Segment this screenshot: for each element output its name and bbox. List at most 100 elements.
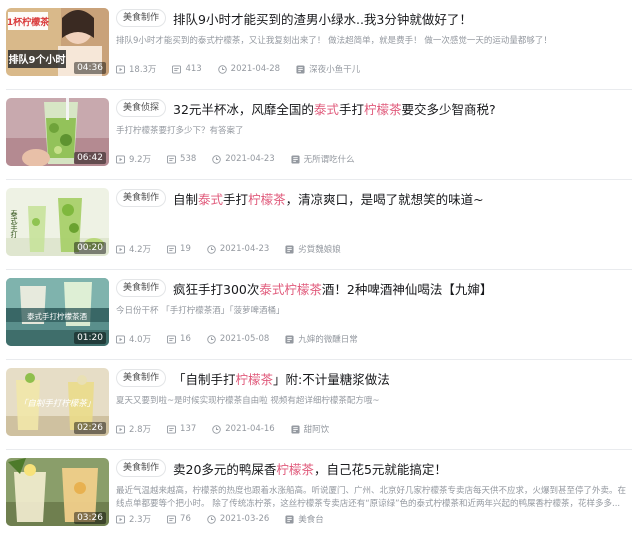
video-info: 美食制作 自制泰式手打柠檬茶，清凉爽口，是喝了就想笑的味道~ <box>116 188 632 215</box>
video-title[interactable]: 疯狂手打300次泰式柠檬茶酒！2种啤酒神仙喝法【九婶】 <box>173 279 492 298</box>
upload-date: 2021-04-23 <box>207 244 269 254</box>
video-title[interactable]: 32元半杯冰，风靡全国的泰式手打柠檬茶要交多少智商税? <box>173 99 496 118</box>
title-text: 酒！2种啤酒神仙喝法【九婶】 <box>321 281 493 297</box>
uploader-link[interactable]: 劣質魏娘娘 <box>285 243 341 255</box>
title-text: 自制 <box>173 191 199 207</box>
clock-icon <box>207 244 216 254</box>
title-highlight: 柠檬茶 <box>363 101 402 117</box>
danmaku-icon <box>167 424 177 434</box>
video-thumbnail[interactable]: 「自制手打柠檬茶」 02:26 <box>6 368 109 436</box>
title-text: 要交多少智商税? <box>401 101 496 117</box>
category-tag[interactable]: 美食制作 <box>116 459 167 477</box>
play-count: 2.8万 <box>116 423 151 435</box>
video-info: 美食制作 卖20多元的鸭屎香柠檬茶，自己花5元就能搞定！ 最近气温越来越高，柠檬… <box>116 458 632 511</box>
uploader-name: 无所谓吃什么 <box>303 155 355 165</box>
date-value: 2021-05-08 <box>219 334 270 344</box>
play-count-value: 2.3万 <box>129 515 152 525</box>
video-thumbnail[interactable]: 泰式手打柠檬茶酒 01:20 <box>6 278 109 346</box>
danmaku-value: 16 <box>180 334 191 344</box>
video-card[interactable]: 06:42 美食侦探 32元半杯冰，风靡全国的泰式手打柠檬茶要交多少智商税? 手… <box>0 90 640 180</box>
uploader-name: 甜阿饮 <box>303 425 330 435</box>
title-text: 「自制手打 <box>173 371 236 387</box>
play-count: 4.2万 <box>116 243 151 255</box>
title-highlight: 泰式 <box>313 101 339 117</box>
title-highlight: 柠檬茶 <box>235 371 274 387</box>
category-tag[interactable]: 美食制作 <box>116 189 167 207</box>
video-card[interactable]: 03:26 美食制作 卖20多元的鸭屎香柠檬茶，自己花5元就能搞定！ 最近气温越… <box>0 450 640 535</box>
upload-date: 2021-04-28 <box>217 64 281 74</box>
video-result-list: 1杯柠檬茶 排队9个小时 04:36 美食制作 排队9小时才能买到的渣男小绿水.… <box>0 0 640 535</box>
title-text: 32元半杯冰，风靡全国的 <box>173 101 314 117</box>
play-count-value: 18.3万 <box>129 65 157 75</box>
title-highlight: 泰式 <box>198 191 224 207</box>
video-duration: 00:20 <box>74 242 106 254</box>
play-count-icon <box>116 334 125 344</box>
video-duration: 01:20 <box>74 332 106 344</box>
thumb-caption: 「自制手打柠檬茶」 <box>19 398 96 409</box>
uploader-link[interactable]: 甜阿饮 <box>291 423 330 435</box>
video-duration: 06:42 <box>74 152 106 164</box>
uploader-icon <box>285 334 294 344</box>
title-text: 卖20多元的鸭屎香 <box>173 461 277 477</box>
danmaku-icon <box>167 244 177 254</box>
video-duration: 02:26 <box>74 422 106 434</box>
play-count-icon <box>116 514 125 524</box>
uploader-link[interactable]: 美食台 <box>285 513 324 525</box>
uploader-icon <box>296 64 305 74</box>
category-tag[interactable]: 美食制作 <box>116 279 167 297</box>
danmaku-icon <box>167 334 177 344</box>
danmaku-icon <box>167 514 177 524</box>
uploader-icon <box>291 424 300 434</box>
play-count-value: 2.8万 <box>129 425 152 435</box>
play-count-icon <box>116 154 125 164</box>
danmaku-icon <box>167 154 177 164</box>
thumb-caption: 泰式手打柠檬茶酒 <box>27 311 87 321</box>
danmaku-count: 76 <box>167 514 191 524</box>
play-count: 4.0万 <box>116 333 151 345</box>
video-info: 美食侦探 32元半杯冰，风靡全国的泰式手打柠檬茶要交多少智商税? 手打柠檬茶要打… <box>116 98 632 138</box>
title-text: 手打 <box>223 191 249 207</box>
uploader-link[interactable]: 无所谓吃什么 <box>291 153 355 165</box>
uploader-icon <box>291 154 300 164</box>
video-description: 夏天又要到啦~是时候实现柠檬茶自由啦 视频有超详细柠檬茶配方哦~ <box>116 396 380 406</box>
video-card[interactable]: 1杯柠檬茶 排队9个小时 04:36 美食制作 排队9小时才能买到的渣男小绿水.… <box>0 0 640 90</box>
title-highlight: 柠檬茶 <box>248 191 286 207</box>
video-thumbnail[interactable]: 03:26 <box>6 458 109 526</box>
play-count-icon <box>116 244 125 254</box>
danmaku-count: 16 <box>167 334 191 344</box>
category-tag[interactable]: 美食制作 <box>116 9 167 27</box>
play-count-icon <box>116 424 125 434</box>
danmaku-count: 538 <box>167 154 196 164</box>
play-count: 18.3万 <box>116 63 156 75</box>
video-card[interactable]: 泰式手打柠檬茶酒 01:20 美食制作 疯狂手打300次泰式柠檬茶酒！2种啤酒神… <box>0 270 640 360</box>
video-card[interactable]: 泰式手打 00:20 美食制作 自制泰式手打柠檬茶，清凉爽口，是喝了就想笑的味道… <box>0 180 640 270</box>
uploader-link[interactable]: 九婶的微醺日常 <box>285 333 358 345</box>
danmaku-icon <box>172 64 182 74</box>
video-title[interactable]: 「自制手打柠檬茶」附:不计量糖浆做法 <box>173 369 390 388</box>
date-value: 2021-04-28 <box>230 64 281 74</box>
video-title[interactable]: 卖20多元的鸭屎香柠檬茶，自己花5元就能搞定！ <box>173 459 447 478</box>
uploader-link[interactable]: 深夜小鱼干儿 <box>296 63 360 75</box>
video-thumbnail[interactable]: 06:42 <box>6 98 109 166</box>
uploader-name: 美食台 <box>298 515 324 525</box>
category-tag[interactable]: 美食制作 <box>116 369 167 387</box>
video-info: 美食制作 排队9小时才能买到的渣男小绿水..我3分钟就做好了！ 排队9小时才能买… <box>116 8 632 48</box>
clock-icon <box>212 154 221 164</box>
title-highlight: 泰式柠檬茶 <box>259 281 322 297</box>
video-title[interactable]: 排队9小时才能买到的渣男小绿水..我3分钟就做好了！ <box>173 9 472 28</box>
video-card[interactable]: 「自制手打柠檬茶」 02:26 美食制作 「自制手打柠檬茶」附:不计量糖浆做法 … <box>0 360 640 450</box>
video-thumbnail[interactable]: 1杯柠檬茶 排队9个小时 04:36 <box>6 8 109 76</box>
thumb-caption: 泰式手打 <box>10 209 18 238</box>
video-info: 美食制作 疯狂手打300次泰式柠檬茶酒！2种啤酒神仙喝法【九婶】 今日份干杯 「… <box>116 278 632 318</box>
thumb-caption: 排队9个小时 <box>9 53 66 66</box>
video-meta: 4.0万 16 2021-05-08 九婶的微醺日常 <box>116 332 358 346</box>
upload-date: 2021-05-08 <box>207 334 269 344</box>
clock-icon <box>207 514 216 524</box>
upload-date: 2021-03-26 <box>207 514 269 524</box>
video-title[interactable]: 自制泰式手打柠檬茶，清凉爽口，是喝了就想笑的味道~ <box>173 189 484 208</box>
video-thumbnail[interactable]: 泰式手打 00:20 <box>6 188 109 256</box>
category-tag[interactable]: 美食侦探 <box>116 99 167 117</box>
video-duration: 04:36 <box>74 62 106 74</box>
thumb-caption: 1杯柠檬茶 <box>7 16 50 28</box>
uploader-icon <box>285 514 294 524</box>
